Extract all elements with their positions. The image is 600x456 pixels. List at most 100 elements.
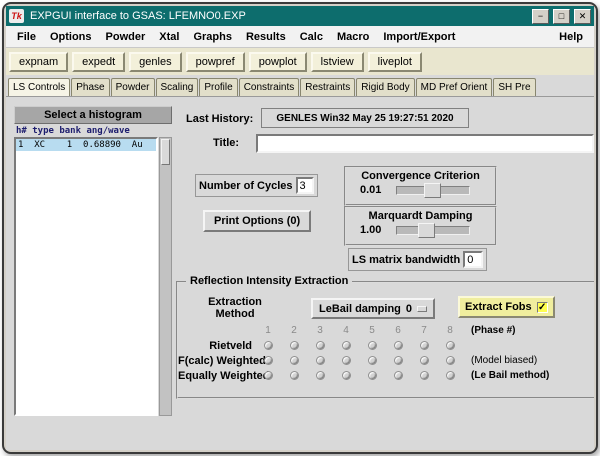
equally-radio-phase6[interactable]	[393, 371, 403, 380]
fcalc-radio-phase1[interactable]	[263, 356, 273, 365]
menu-calc[interactable]: Calc	[293, 28, 330, 46]
optionmenu-indicator-icon	[417, 305, 428, 312]
equally-weighted-note: (Le Bail method)	[471, 370, 550, 381]
genles-button[interactable]: genles	[129, 51, 182, 72]
equally-radio-phase1[interactable]	[263, 371, 273, 380]
equally-radio-phase7[interactable]	[419, 371, 429, 380]
marquardt-slider[interactable]	[396, 222, 470, 238]
fcalc-radio-phase3[interactable]	[315, 356, 325, 365]
phase-number: 8	[447, 325, 453, 336]
lstview-button[interactable]: lstview	[310, 51, 364, 72]
marquardt-frame: Marquardt Damping 1.00	[344, 206, 497, 246]
fcalc-radio-phase4[interactable]	[341, 356, 351, 365]
menu-graphs[interactable]: Graphs	[186, 28, 239, 46]
extraction-method-label: Extraction Method	[208, 296, 262, 320]
cycles-input[interactable]	[295, 177, 314, 194]
rietveld-radio-phase6[interactable]	[393, 341, 403, 350]
equally-weighted-row: Equally Weighted (Le Bail method)	[178, 368, 594, 383]
lebail-damping-label: LeBail damping	[319, 302, 401, 315]
fcalc-radio-phase7[interactable]	[419, 356, 429, 365]
convergence-slider-thumb[interactable]	[424, 182, 441, 198]
rietveld-radio-phase2[interactable]	[289, 341, 299, 350]
tab-phase[interactable]: Phase	[71, 78, 110, 96]
powpref-button[interactable]: powpref	[185, 51, 245, 72]
menu-import-export[interactable]: Import/Export	[376, 28, 462, 46]
lebail-damping-menu[interactable]: LeBail damping 0	[311, 298, 436, 319]
tab-profile[interactable]: Profile	[199, 78, 238, 96]
expedt-button[interactable]: expedt	[72, 51, 126, 72]
extract-fobs-checkbutton[interactable]: Extract Fobs ✓	[458, 296, 555, 318]
phase-number: 7	[421, 325, 427, 336]
tab-scaling[interactable]: Scaling	[155, 78, 199, 96]
title-label: Title:	[213, 137, 240, 149]
close-icon[interactable]: ✕	[574, 8, 591, 24]
convergence-slider[interactable]	[396, 182, 470, 198]
scrollbar-thumb[interactable]	[161, 139, 170, 165]
extraction-title: Reflection Intensity Extraction	[186, 275, 353, 287]
tab-powder[interactable]: Powder	[110, 78, 155, 96]
extract-fobs-label: Extract Fobs	[465, 301, 532, 313]
tab-constraints[interactable]: Constraints	[238, 78, 300, 96]
cycles-label: Number of Cycles	[199, 179, 293, 192]
menu-options[interactable]: Options	[43, 28, 99, 46]
minimize-icon[interactable]: −	[532, 8, 549, 24]
fcalc-radio-phase5[interactable]	[367, 356, 377, 365]
menu-help[interactable]: Help	[552, 28, 590, 46]
fcalc-radio-phase6[interactable]	[393, 356, 403, 365]
menu-file[interactable]: File	[10, 28, 43, 46]
rietveld-radio-phase4[interactable]	[341, 341, 351, 350]
liveplot-button[interactable]: liveplot	[367, 51, 422, 72]
menu-bar: File Options Powder Xtal Graphs Results …	[6, 26, 594, 48]
toolbar: expnam expedt genles powpref powplot lst…	[6, 48, 594, 75]
convergence-frame: Convergence Criterion 0.01	[344, 166, 497, 206]
equally-radio-phase5[interactable]	[367, 371, 377, 380]
rietveld-row: Rietveld	[178, 338, 594, 353]
fcalc-radio-phase8[interactable]	[445, 356, 455, 365]
phase-number: 5	[369, 325, 375, 336]
rietveld-radio-phase7[interactable]	[419, 341, 429, 350]
title-bar[interactable]: Tk EXPGUI interface to GSAS: LFEMNO0.EXP…	[6, 6, 594, 26]
equally-radio-phase8[interactable]	[445, 371, 455, 380]
print-options-button[interactable]: Print Options (0)	[203, 210, 312, 232]
equally-radio-phase2[interactable]	[289, 371, 299, 380]
histogram-panel: Select a histogram h# type bank ang/wave…	[14, 106, 172, 416]
expnam-button[interactable]: expnam	[9, 51, 69, 72]
marquardt-slider-thumb[interactable]	[418, 222, 435, 238]
equally-radio-phase4[interactable]	[341, 371, 351, 380]
histogram-listbox[interactable]: 1 XC 1 0.68890 Au	[14, 137, 158, 416]
window-title: EXPGUI interface to GSAS: LFEMNO0.EXP	[30, 10, 246, 22]
app-window: Tk EXPGUI interface to GSAS: LFEMNO0.EXP…	[2, 2, 598, 454]
rietveld-radio-phase3[interactable]	[315, 341, 325, 350]
phase-number: 2	[291, 325, 297, 336]
tab-md-pref-orient[interactable]: MD Pref Orient	[415, 78, 493, 96]
equally-radio-phase3[interactable]	[315, 371, 325, 380]
phase-number: 6	[395, 325, 401, 336]
extraction-frame: Reflection Intensity Extraction Extracti…	[176, 275, 594, 399]
menu-powder[interactable]: Powder	[99, 28, 153, 46]
phase-number: 4	[343, 325, 349, 336]
marquardt-value: 1.00	[360, 224, 382, 236]
menu-macro[interactable]: Macro	[330, 28, 376, 46]
maximize-icon[interactable]: □	[553, 8, 570, 24]
bandwidth-label: LS matrix bandwidth	[352, 253, 461, 266]
menu-results[interactable]: Results	[239, 28, 293, 46]
equally-weighted-label: Equally Weighted	[178, 369, 270, 382]
rietveld-radio-phase5[interactable]	[367, 341, 377, 350]
tab-rigid-body[interactable]: Rigid Body	[356, 78, 415, 96]
histogram-scrollbar[interactable]	[159, 137, 172, 416]
menu-xtal[interactable]: Xtal	[152, 28, 186, 46]
convergence-title: Convergence Criterion	[361, 170, 480, 182]
bandwidth-input[interactable]	[463, 251, 484, 268]
tab-ls-controls[interactable]: LS Controls	[8, 78, 71, 96]
ls-controls-panel: Select a histogram h# type bank ang/wave…	[6, 97, 594, 450]
phase-number-note: (Phase #)	[471, 325, 516, 336]
rietveld-radio-phase8[interactable]	[445, 341, 455, 350]
powplot-button[interactable]: powplot	[248, 51, 307, 72]
marquardt-title: Marquardt Damping	[368, 210, 473, 222]
tab-sh-pref[interactable]: SH Pre	[493, 78, 536, 96]
rietveld-radio-phase1[interactable]	[263, 341, 273, 350]
title-input[interactable]	[256, 134, 594, 153]
histogram-row-selected[interactable]: 1 XC 1 0.68890 Au	[16, 139, 156, 151]
fcalc-radio-phase2[interactable]	[289, 356, 299, 365]
tab-restraints[interactable]: Restraints	[300, 78, 356, 96]
